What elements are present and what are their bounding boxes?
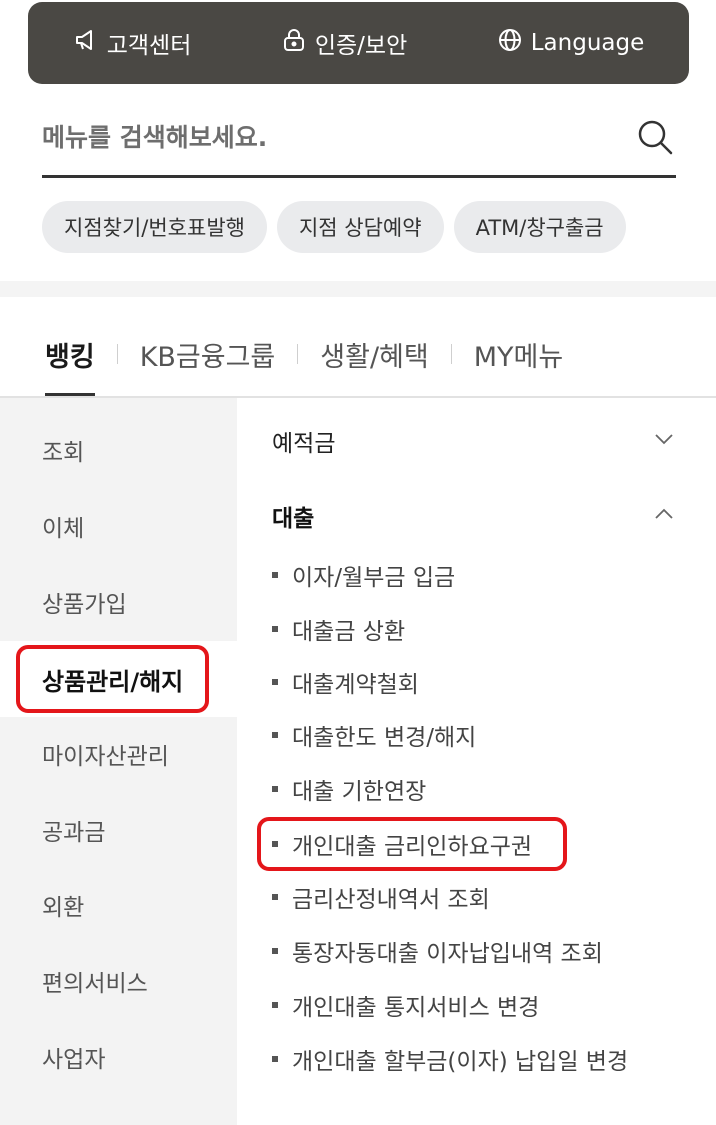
category-transfer[interactable]: 이체 [0, 488, 237, 564]
section-deposit-label: 예적금 [272, 431, 336, 457]
loan-menu-item[interactable]: 대출계약철회 [272, 662, 419, 702]
customer-center-button[interactable]: 고객센터 [73, 26, 192, 60]
bullet-icon [272, 732, 278, 738]
category-business[interactable]: 사업자 [0, 1019, 237, 1095]
tab-divider [116, 344, 118, 364]
category-convenience[interactable]: 편의서비스 [0, 943, 237, 1019]
loan-menu-item-label: 이자/월부금 입금 [292, 565, 456, 591]
section-divider [0, 281, 716, 297]
branch-finder-chip[interactable]: 지점찾기/번호표발행 [42, 201, 267, 253]
loan-menu-item-label: 통장자동대출 이자납입내역 조회 [292, 941, 603, 967]
tab-banking[interactable]: 뱅킹 [45, 330, 95, 398]
loan-menu-item-label: 개인대출 금리인하요구권 [292, 834, 533, 860]
language-label: Language [530, 30, 645, 56]
menu-search [42, 100, 676, 178]
section-deposit[interactable]: 예적금 [272, 421, 676, 461]
tab-my-menu[interactable]: MY메뉴 [474, 330, 563, 378]
bullet-icon [272, 841, 278, 847]
utility-bar: 고객센터 인증/보안 Language [28, 2, 689, 84]
megaphone-icon [73, 27, 99, 59]
lock-icon [281, 27, 307, 59]
category-product-manage[interactable]: 상품관리/해지 [0, 641, 237, 717]
search-input[interactable] [42, 100, 602, 175]
section-loan-label: 대출 [272, 506, 315, 532]
loan-menu-item-rate-cut[interactable]: 개인대출 금리인하요구권 [272, 824, 532, 864]
bullet-icon [272, 572, 278, 578]
loan-menu-item[interactable]: 대출한도 변경/해지 [272, 715, 476, 755]
chevron-down-icon [652, 427, 676, 455]
bullet-icon [272, 1002, 278, 1008]
bullet-icon [272, 948, 278, 954]
auth-security-button[interactable]: 인증/보안 [281, 26, 407, 60]
bullet-icon [272, 894, 278, 900]
tab-divider [297, 344, 299, 364]
loan-menu-item[interactable]: 이자/월부금 입금 [272, 555, 455, 595]
branch-consult-chip[interactable]: 지점 상담예약 [276, 201, 444, 253]
loan-menu-item[interactable]: 통장자동대출 이자납입내역 조회 [272, 931, 603, 971]
loan-menu-item[interactable]: 금리산정내역서 조회 [272, 877, 490, 917]
section-loan[interactable]: 대출 [272, 496, 676, 536]
main-tabs: 뱅킹 KB금융그룹 생활/혜택 MY메뉴 [45, 330, 563, 398]
category-my-assets[interactable]: 마이자산관리 [0, 716, 237, 792]
loan-menu-item-label: 대출 기한연장 [292, 779, 427, 805]
category-foreign-exchange[interactable]: 외환 [0, 867, 237, 943]
chevron-up-icon [652, 502, 676, 530]
loan-menu-item[interactable]: 대출 기한연장 [272, 769, 426, 809]
search-icon[interactable] [636, 118, 674, 156]
auth-security-label: 인증/보안 [314, 33, 408, 59]
quick-links: 지점찾기/번호표발행 지점 상담예약 ATM/창구출금 [42, 201, 626, 253]
loan-menu-item-label: 금리산정내역서 조회 [292, 887, 490, 913]
customer-center-label: 고객센터 [106, 33, 192, 59]
loan-menu-item-label: 대출한도 변경/해지 [292, 725, 477, 751]
bullet-icon [272, 626, 278, 632]
tab-life-benefits[interactable]: 생활/혜택 [320, 330, 428, 378]
tab-kb-group[interactable]: KB금융그룹 [140, 330, 276, 378]
category-utility-bills[interactable]: 공과금 [0, 792, 237, 868]
loan-menu-item-label: 대출계약철회 [292, 672, 419, 698]
loan-menu-item[interactable]: 개인대출 할부금(이자) 납입일 변경 [272, 1039, 628, 1079]
loan-menu-item-label: 개인대출 할부금(이자) 납입일 변경 [292, 1049, 629, 1075]
bullet-icon [272, 679, 278, 685]
category-list: 조회 이체 상품가입 상품관리/해지 마이자산관리 공과금 외환 편의서비스 사… [0, 398, 237, 1125]
loan-menu-item-label: 개인대출 통지서비스 변경 [292, 995, 540, 1021]
category-inquiry[interactable]: 조회 [0, 412, 237, 488]
bullet-icon [272, 786, 278, 792]
atm-withdraw-chip[interactable]: ATM/창구출금 [453, 201, 626, 253]
tab-divider [450, 344, 452, 364]
language-button[interactable]: Language [497, 27, 645, 59]
loan-menu-item-label: 대출금 상환 [292, 619, 406, 645]
bullet-icon [272, 1056, 278, 1062]
category-product-join[interactable]: 상품가입 [0, 564, 237, 640]
globe-icon [497, 27, 523, 59]
loan-menu-item[interactable]: 개인대출 통지서비스 변경 [272, 985, 539, 1025]
loan-menu-item[interactable]: 대출금 상환 [272, 609, 405, 649]
